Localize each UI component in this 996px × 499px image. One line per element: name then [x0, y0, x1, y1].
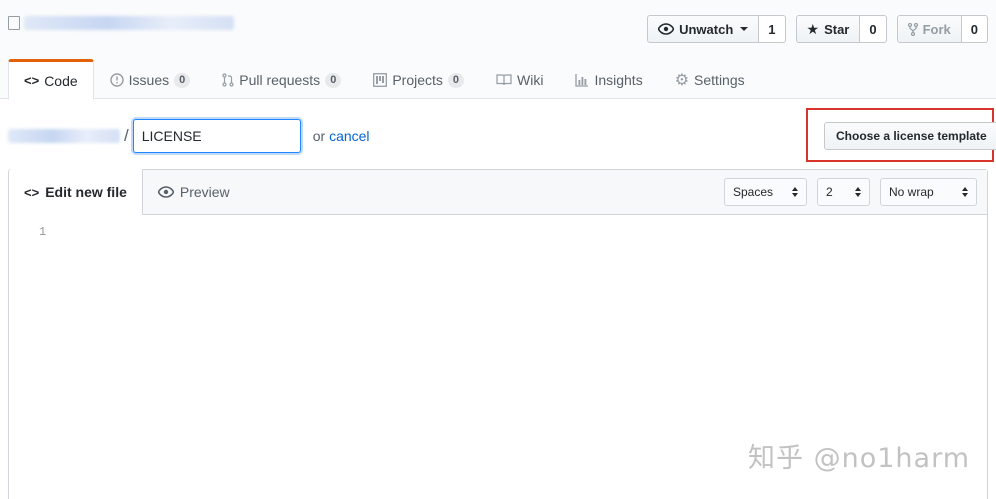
issues-counter: 0	[174, 72, 191, 88]
watermark: 知乎 @no1harm	[748, 443, 970, 474]
star-button[interactable]: ★ Star	[795, 15, 861, 43]
select-arrows-icon	[855, 187, 861, 197]
line-number: 1	[39, 225, 47, 239]
pagehead-actions: Unwatch 1 ★ Star 0 Fork 0	[647, 15, 988, 43]
indent-mode-value: Spaces	[733, 185, 774, 199]
code-icon: <>	[24, 184, 40, 200]
wrap-mode-select[interactable]: No wrap	[880, 178, 977, 206]
repo-link-redacted[interactable]	[8, 129, 120, 143]
tab-edit-new-file[interactable]: <> Edit new file	[9, 169, 143, 215]
star-icon: ★	[806, 20, 820, 37]
repo-name-redacted[interactable]	[24, 16, 234, 30]
tab-wiki-label: Wiki	[517, 72, 544, 88]
breadcrumb: / or cancel	[8, 119, 370, 153]
star-group: ★ Star 0	[795, 15, 887, 43]
project-icon	[373, 73, 388, 87]
eye-icon	[658, 23, 675, 35]
tab-issues-label: Issues	[128, 72, 170, 88]
choose-license-template-button[interactable]: Choose a license template	[824, 122, 996, 150]
repo-title	[8, 16, 234, 30]
wrap-mode-value: No wrap	[889, 185, 934, 199]
editor-header: <> Edit new file Preview Spaces 2 No wra…	[9, 169, 987, 215]
tab-issues[interactable]: Issues 0	[94, 59, 207, 99]
indent-mode-select[interactable]: Spaces	[724, 178, 807, 206]
watchers-count[interactable]: 1	[759, 15, 786, 43]
fork-icon	[907, 22, 918, 36]
indent-size-select[interactable]: 2	[817, 178, 870, 206]
unwatch-label: Unwatch	[679, 21, 734, 37]
tab-settings-label: Settings	[694, 72, 745, 88]
unwatch-button[interactable]: Unwatch	[647, 15, 760, 43]
indent-size-value: 2	[826, 185, 833, 199]
tab-projects[interactable]: Projects 0	[357, 59, 480, 99]
tab-preview-label: Preview	[179, 183, 230, 200]
stargazers-count[interactable]: 0	[860, 15, 887, 43]
cancel-link[interactable]: cancel	[329, 128, 369, 144]
repo-icon	[8, 16, 20, 30]
select-arrows-icon	[962, 187, 968, 197]
repo-nav: <> Code Issues 0 Pull requests 0 Project…	[8, 59, 761, 100]
pull-request-icon	[222, 73, 234, 87]
tab-wiki[interactable]: Wiki	[480, 59, 559, 99]
watch-group: Unwatch 1	[647, 15, 786, 43]
chevron-down-icon	[740, 27, 749, 31]
tab-settings[interactable]: ⚙ Settings	[659, 59, 761, 99]
fork-label: Fork	[922, 21, 951, 37]
pull-requests-counter: 0	[325, 72, 342, 88]
select-arrows-icon	[792, 187, 798, 197]
gear-icon: ⚙	[674, 72, 690, 89]
tab-insights[interactable]: Insights	[559, 59, 658, 99]
editor-options: Spaces 2 No wrap	[724, 178, 977, 206]
projects-counter: 0	[447, 72, 465, 88]
code-icon: <>	[24, 73, 40, 88]
tab-preview[interactable]: Preview	[143, 169, 245, 214]
eye-icon	[157, 185, 174, 198]
or-text: or	[312, 128, 326, 144]
tab-code-label: Code	[44, 72, 78, 89]
forks-count[interactable]: 0	[961, 15, 988, 43]
star-label: Star	[824, 21, 850, 37]
issue-icon	[109, 73, 124, 87]
or-cancel: or cancel	[313, 128, 370, 144]
fork-group: Fork 0	[896, 15, 988, 43]
tab-pull-requests-label: Pull requests	[239, 72, 321, 88]
tab-insights-label: Insights	[594, 72, 643, 88]
tab-edit-new-file-label: Edit new file	[45, 184, 127, 200]
tab-code[interactable]: <> Code	[8, 59, 94, 100]
repo-header: Unwatch 1 ★ Star 0 Fork 0 <> Code Issues…	[0, 0, 996, 100]
tab-pull-requests[interactable]: Pull requests 0	[206, 59, 357, 99]
path-separator: /	[124, 126, 129, 145]
fork-button[interactable]: Fork	[896, 15, 962, 43]
graph-icon	[575, 74, 589, 87]
tab-projects-label: Projects	[392, 72, 443, 88]
book-icon	[496, 74, 512, 86]
filename-input[interactable]	[132, 119, 301, 153]
